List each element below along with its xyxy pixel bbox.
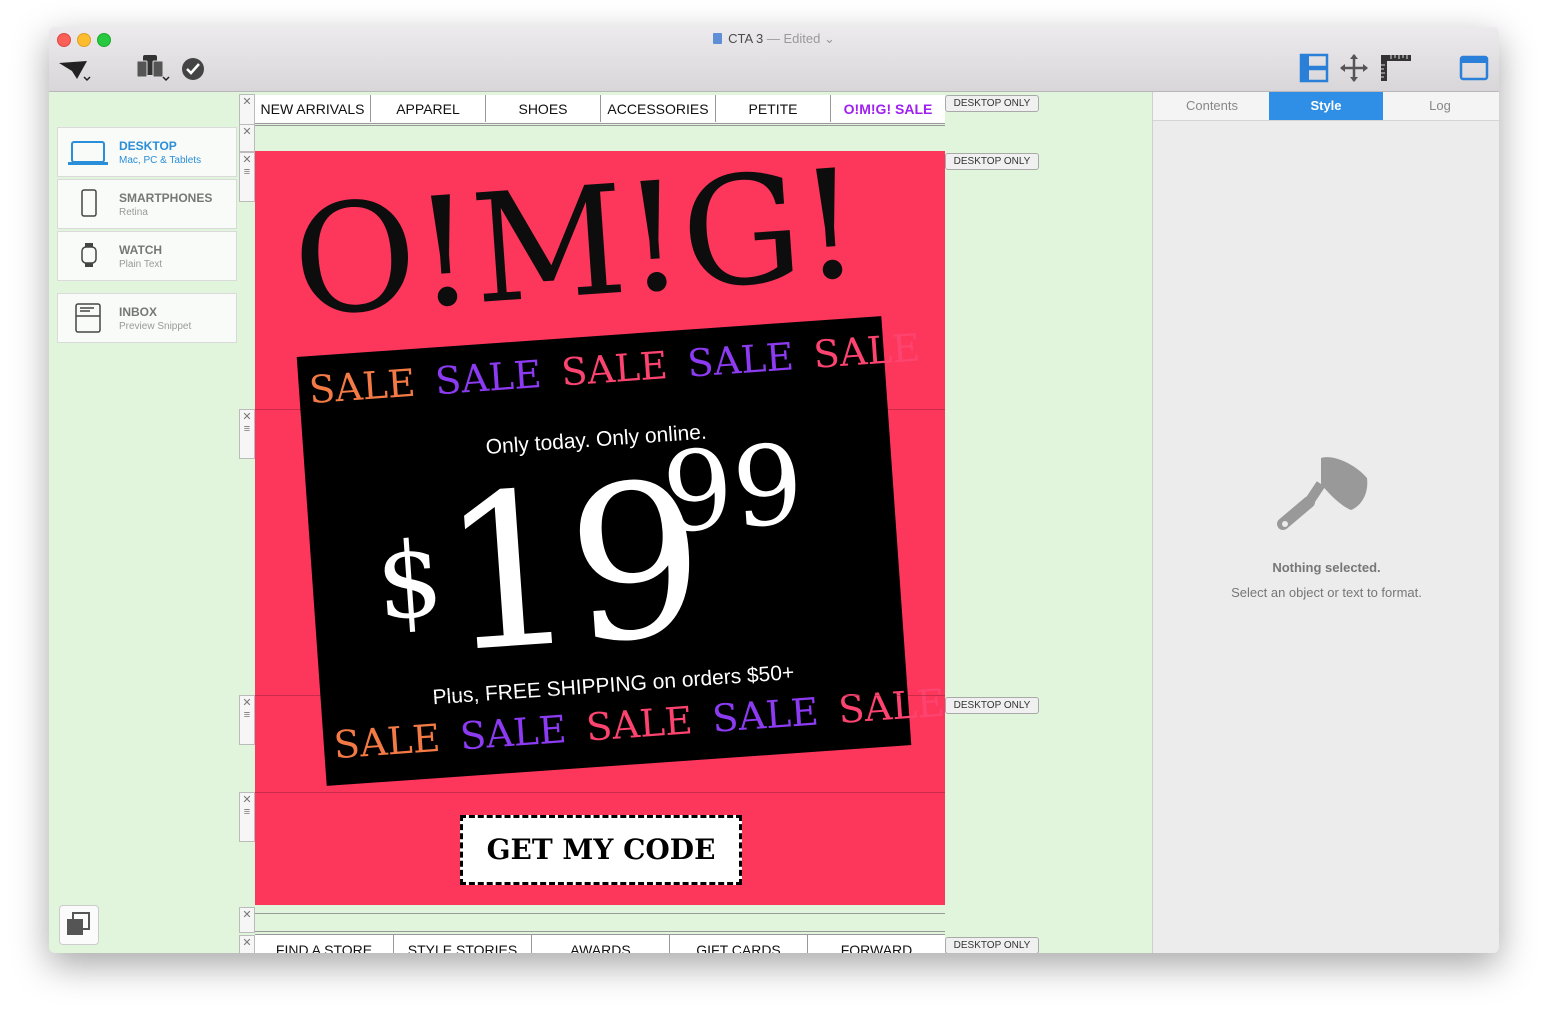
row-handle[interactable]: ✕ ≡ [239, 695, 255, 745]
laptop-icon [68, 141, 108, 165]
desktop-only-tag[interactable]: DESKTOP ONLY [945, 937, 1039, 953]
view-toggle-button[interactable] [59, 905, 99, 945]
nav-shoes[interactable]: SHOES [485, 95, 600, 122]
nothing-selected-hint: Select an object or text to format. [1231, 585, 1422, 600]
row-separator [255, 913, 945, 914]
send-icon[interactable] [57, 57, 91, 83]
nav-accessories[interactable]: ACCESSORIES [600, 95, 715, 122]
layout-icon[interactable] [1299, 53, 1329, 83]
nav-petite[interactable]: PETITE [715, 95, 830, 122]
headline: O!M!G! [287, 151, 864, 351]
desktop-only-tag[interactable]: DESKTOP ONLY [945, 153, 1039, 170]
row-handle[interactable]: ✕ [239, 124, 255, 152]
window-title: CTA 3 — Edited ⌄ [49, 31, 1499, 47]
inspector-panel: Contents Style Log Nothing selected. Sel… [1152, 92, 1499, 953]
nav-apparel[interactable]: APPAREL [370, 95, 485, 122]
get-my-code-button[interactable]: GET MY CODE [460, 815, 742, 885]
title-bar: CTA 3 — Edited ⌄ [49, 27, 1499, 92]
device-watch[interactable]: WATCH Plain Text [57, 231, 237, 281]
footer-style-stories[interactable]: STYLE STORIES [393, 935, 531, 953]
device-desktop[interactable]: DESKTOP Mac, PC & Tablets [57, 127, 237, 177]
desktop-only-tag[interactable]: DESKTOP ONLY [945, 697, 1039, 714]
inspector-tabs: Contents Style Log [1153, 92, 1499, 121]
app-window: CTA 3 — Edited ⌄ DESKTOP Mac, PC & Table… [49, 27, 1499, 953]
devices-preview-icon[interactable] [135, 53, 171, 83]
inbox-icon [75, 303, 101, 333]
move-icon[interactable] [1339, 53, 1369, 83]
sidebar-toggle-icon[interactable] [1459, 55, 1489, 81]
email-footer-nav: FIND A STORE STYLE STORIES AWARDS GIFT C… [255, 934, 945, 953]
footer-find-store[interactable]: FIND A STORE [255, 935, 393, 953]
nav-omg-sale[interactable]: O!M!G! SALE [830, 95, 945, 122]
row-handle[interactable]: ✕ ≡ [239, 409, 255, 459]
tab-contents[interactable]: Contents [1155, 92, 1269, 120]
chevron-down-icon[interactable]: ⌄ [824, 31, 835, 46]
footer-gift-cards[interactable]: GIFT CARDS [669, 935, 807, 953]
row-handle[interactable]: ✕ [239, 907, 255, 933]
check-icon[interactable] [181, 57, 205, 81]
email-top-nav: NEW ARRIVALS APPAREL SHOES ACCESSORIES P… [255, 95, 945, 124]
layers-icon [67, 912, 90, 935]
divider [255, 125, 945, 126]
nav-new-arrivals[interactable]: NEW ARRIVALS [255, 95, 370, 122]
row-handle[interactable]: ✕ [239, 94, 255, 125]
nothing-selected-label: Nothing selected. [1272, 560, 1381, 575]
row-handle[interactable]: ✕ [239, 935, 255, 953]
device-inbox[interactable]: INBOX Preview Snippet [57, 293, 237, 343]
row-separator [255, 695, 945, 696]
footer-forward[interactable]: FORWARD [807, 935, 945, 953]
paintbrush-icon [1277, 457, 1368, 530]
document-icon [713, 33, 723, 44]
device-smartphones[interactable]: SMARTPHONES Retina [57, 179, 237, 229]
row-separator [255, 792, 945, 793]
row-separator [255, 409, 945, 410]
price-block: SALE SALE SALE SALE SALE Only today. Only on… [296, 316, 945, 786]
tab-log[interactable]: Log [1383, 92, 1497, 120]
tab-style[interactable]: Style [1269, 92, 1383, 120]
desktop-only-tag[interactable]: DESKTOP ONLY [945, 95, 1039, 112]
row-separator [255, 931, 945, 932]
watch-icon [81, 243, 97, 267]
row-handle[interactable]: ✕ ≡ [239, 152, 255, 202]
phone-icon [81, 189, 97, 217]
footer-awards[interactable]: AWARDS [531, 935, 669, 953]
row-handle[interactable]: ✕ ≡ [239, 792, 255, 842]
ruler-icon[interactable] [1379, 53, 1413, 83]
